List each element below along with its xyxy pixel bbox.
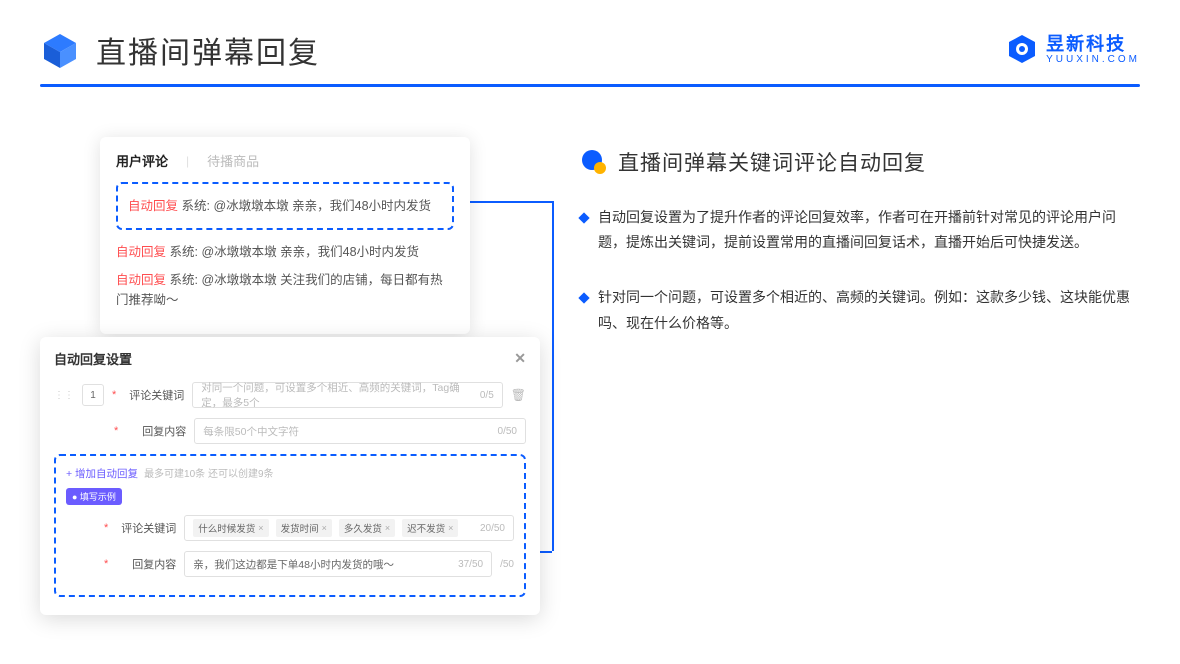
bullet-1: 自动回复设置为了提升作者的评论回复效率，作者可在开播前针对常见的评论用户问题，提… [580,205,1140,255]
chat-bubble-icon [580,148,608,176]
settings-title: 自动回复设置 [54,349,132,368]
bullet-text-1: 自动回复设置为了提升作者的评论回复效率，作者可在开播前针对常见的评论用户问题，提… [598,205,1140,255]
reply-placeholder: 每条限50个中文字符 [203,424,299,439]
reply-label: 回复内容 [126,423,186,439]
bullet-2: 针对同一个问题，可设置多个相近的、高频的关键词。例如：这款多少钱、这块能优惠吗、… [580,285,1140,335]
comments-panel: 用户评论 | 待播商品 自动回复 系统: @冰墩墩本墩 亲亲，我们48小时内发货… [100,137,470,334]
keyword-placeholder: 对同一个问题，可设置多个相近、高频的关键词，Tag确定，最多5个 [201,380,480,410]
auto-reply-badge: 自动回复 [128,199,178,213]
system-label: 系统: [182,199,210,213]
close-icon[interactable]: ✕ [514,350,526,367]
cube-logo-icon [40,30,80,70]
brand-logo: 昱新科技 YUUXIN.COM [1004,32,1140,68]
comment-row-2: 自动回复 系统: @冰墩墩本墩 亲亲，我们48小时内发货 [116,238,454,266]
ex-keyword-input[interactable]: 什么时候发货× 发货时间× 多久发货× 迟不发货× 20/50 [184,515,514,541]
ex-kw-counter: 20/50 [480,523,505,534]
drag-handle-icon[interactable]: ⋮⋮ [54,390,74,401]
reply-counter: 0/50 [498,426,517,437]
diamond-icon [578,293,589,304]
keyword-input[interactable]: 对同一个问题，可设置多个相近、高频的关键词，Tag确定，最多5个 0/5 [192,382,502,408]
page-title: 直播间弹幕回复 [96,28,320,72]
ex-reply-label: 回复内容 [116,556,176,572]
tag-4[interactable]: 迟不发货× [402,519,458,537]
keyword-counter: 0/5 [480,390,494,401]
comment-text-1: @冰墩墩本墩 亲亲，我们48小时内发货 [213,199,431,213]
highlighted-comment: 自动回复 系统: @冰墩墩本墩 亲亲，我们48小时内发货 [116,182,454,230]
keyword-label: 评论关键词 [124,387,184,403]
ex-reply-input[interactable]: 亲，我们这边都是下单48小时内发货的哦～ 37/50 [184,551,492,577]
example-badge: ● 填写示例 [66,488,122,505]
tag-3[interactable]: 多久发货× [339,519,395,537]
extra-counter: /50 [500,559,514,570]
tab-separator: | [186,154,189,168]
index-box: 1 [82,384,104,406]
ex-reply-text: 亲，我们这边都是下单48小时内发货的哦～ [193,557,394,572]
add-reply-link[interactable]: + 增加自动回复 [66,468,138,480]
tab-comments[interactable]: 用户评论 [116,151,168,170]
diamond-icon [578,212,589,223]
example-highlight: + 增加自动回复最多可建10条 还可以创建9条 ● 填写示例 * 评论关键词 什… [54,454,526,597]
bullet-text-2: 针对同一个问题，可设置多个相近的、高频的关键词。例如：这款多少钱、这块能优惠吗、… [598,285,1140,335]
brand-sub: YUUXIN.COM [1046,54,1140,65]
tag-2[interactable]: 发货时间× [276,519,332,537]
reply-input[interactable]: 每条限50个中文字符 0/50 [194,418,526,444]
ex-reply-counter: 37/50 [458,559,483,570]
add-hint: 最多可建10条 还可以创建9条 [144,469,273,480]
trash-icon[interactable]: 🗑 [511,388,526,402]
comment-row-3: 自动回复 系统: @冰墩墩本墩 关注我们的店铺，每日都有热门推荐呦～ [116,266,454,314]
tab-products[interactable]: 待播商品 [207,151,259,170]
tag-1[interactable]: 什么时候发货× [193,519,268,537]
section-title: 直播间弹幕关键词评论自动回复 [618,147,926,177]
settings-panel: 自动回复设置 ✕ ⋮⋮ 1 * 评论关键词 对同一个问题，可设置多个相近、高频的… [40,337,540,615]
required-star: * [112,389,116,401]
brand-icon [1004,32,1040,68]
ex-keyword-label: 评论关键词 [116,520,176,536]
brand-name: 昱新科技 [1046,35,1140,55]
